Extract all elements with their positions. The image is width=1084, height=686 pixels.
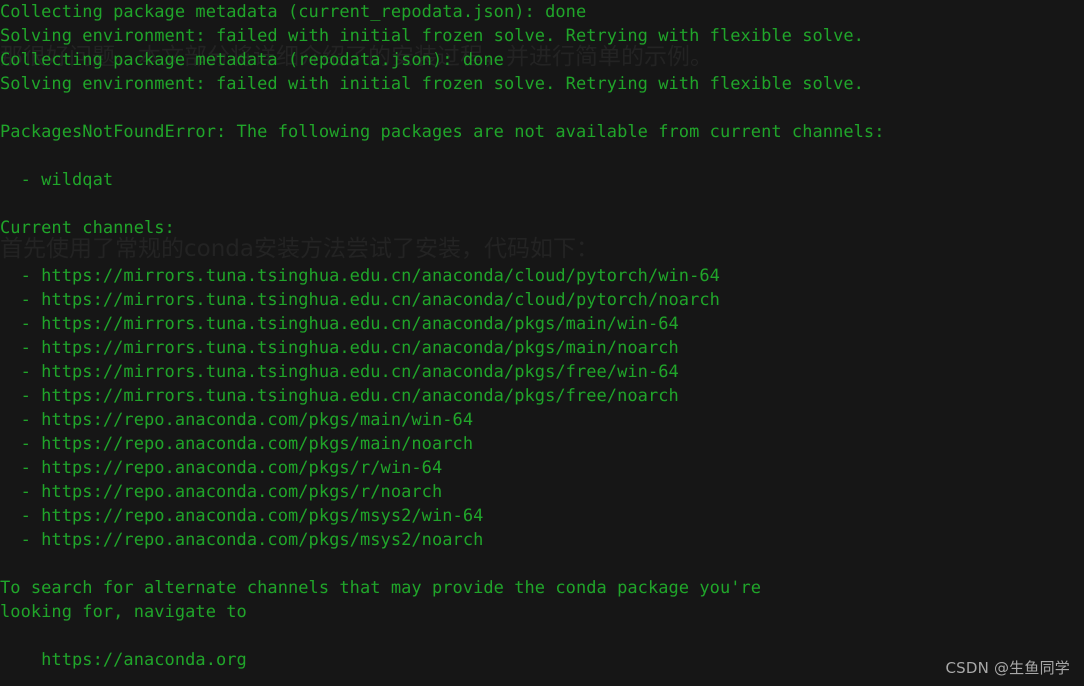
terminal-line: - https://mirrors.tuna.tsinghua.edu.cn/a… — [0, 314, 679, 334]
terminal-line: Collecting package metadata (repodata.js… — [0, 50, 504, 70]
terminal-line: Collecting package metadata (current_rep… — [0, 2, 587, 22]
terminal-line: - https://mirrors.tuna.tsinghua.edu.cn/a… — [0, 362, 679, 382]
terminal-line: https://anaconda.org — [0, 650, 247, 670]
terminal-line: - https://mirrors.tuna.tsinghua.edu.cn/a… — [0, 290, 720, 310]
terminal-output[interactable]: Collecting package metadata (current_rep… — [0, 0, 1084, 672]
terminal-window[interactable]: 那很好问题，本文部分将详细介绍了的安装过程，并进行简单的示例。 首先使用了常规的… — [0, 0, 1084, 686]
terminal-line: - https://repo.anaconda.com/pkgs/r/noarc… — [0, 482, 443, 502]
terminal-line: Solving environment: failed with initial… — [0, 74, 864, 94]
terminal-line: Solving environment: failed with initial… — [0, 26, 864, 46]
terminal-line: - https://repo.anaconda.com/pkgs/msys2/n… — [0, 530, 484, 550]
terminal-line: - https://repo.anaconda.com/pkgs/main/no… — [0, 434, 474, 454]
terminal-line: To search for alternate channels that ma… — [0, 578, 762, 598]
csdn-watermark: CSDN @生鱼同学 — [945, 659, 1070, 677]
terminal-line: - https://repo.anaconda.com/pkgs/r/win-6… — [0, 458, 443, 478]
terminal-line: - https://mirrors.tuna.tsinghua.edu.cn/a… — [0, 266, 720, 286]
terminal-line: - https://repo.anaconda.com/pkgs/msys2/w… — [0, 506, 484, 526]
terminal-line: looking for, navigate to — [0, 602, 247, 622]
terminal-line: Current channels: — [0, 218, 175, 238]
terminal-line: - https://mirrors.tuna.tsinghua.edu.cn/a… — [0, 338, 679, 358]
terminal-line: PackagesNotFoundError: The following pac… — [0, 122, 885, 142]
terminal-line: - https://repo.anaconda.com/pkgs/main/wi… — [0, 410, 474, 430]
terminal-line: - wildqat — [0, 170, 114, 190]
terminal-line: - https://mirrors.tuna.tsinghua.edu.cn/a… — [0, 386, 679, 406]
